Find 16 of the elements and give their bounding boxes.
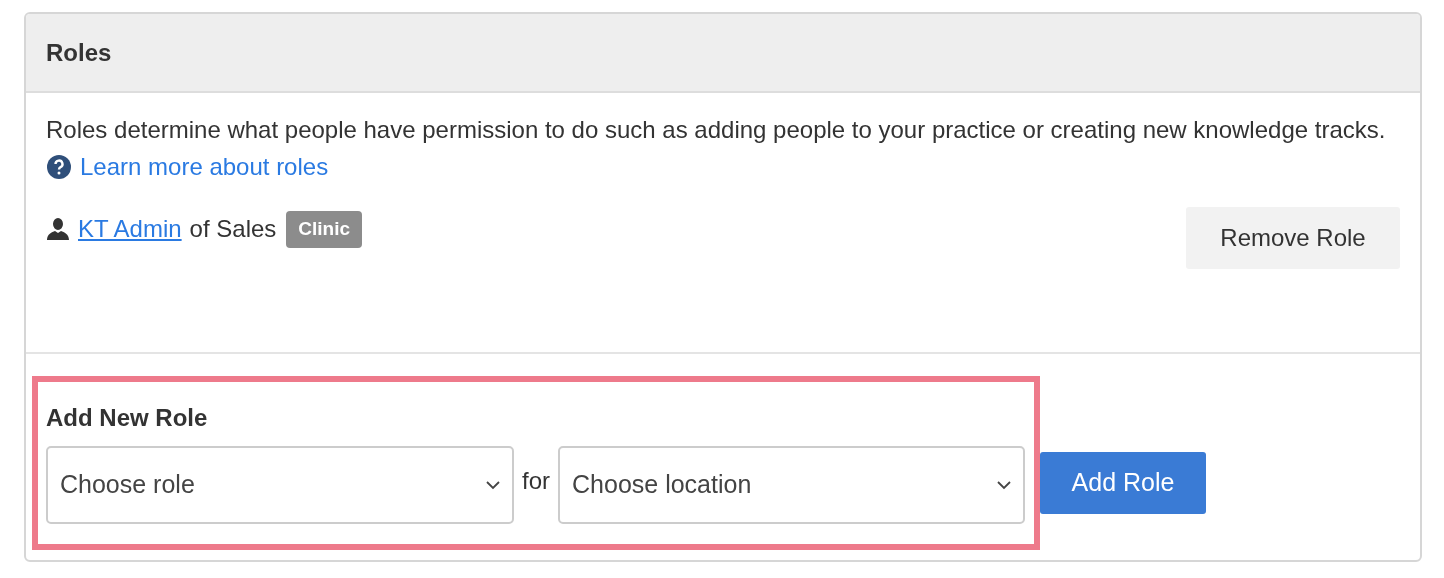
add-role-heading: Add New Role xyxy=(46,403,209,433)
location-select[interactable]: Choose location xyxy=(558,446,1025,524)
for-text: for xyxy=(522,466,550,496)
location-type-badge: Clinic xyxy=(286,211,363,248)
role-link[interactable]: KT Admin xyxy=(78,211,182,248)
description-text: Roles determine what people have permission to do such as adding people to your practice or creating new knowledge tracks. xyxy=(46,115,1386,145)
chevron-down-icon xyxy=(997,480,1011,490)
panel-title: Roles xyxy=(46,37,112,68)
person-icon xyxy=(46,217,70,242)
role-select[interactable]: Choose role xyxy=(46,446,514,524)
add-role-button[interactable]: Add Role xyxy=(1040,452,1206,514)
remove-role-button[interactable]: Remove Role xyxy=(1186,207,1400,269)
learn-more-link[interactable]: Learn more about roles xyxy=(80,149,329,185)
chevron-down-icon xyxy=(486,480,500,490)
help-icon xyxy=(46,154,72,180)
role-location-text: of Sales xyxy=(189,214,277,245)
